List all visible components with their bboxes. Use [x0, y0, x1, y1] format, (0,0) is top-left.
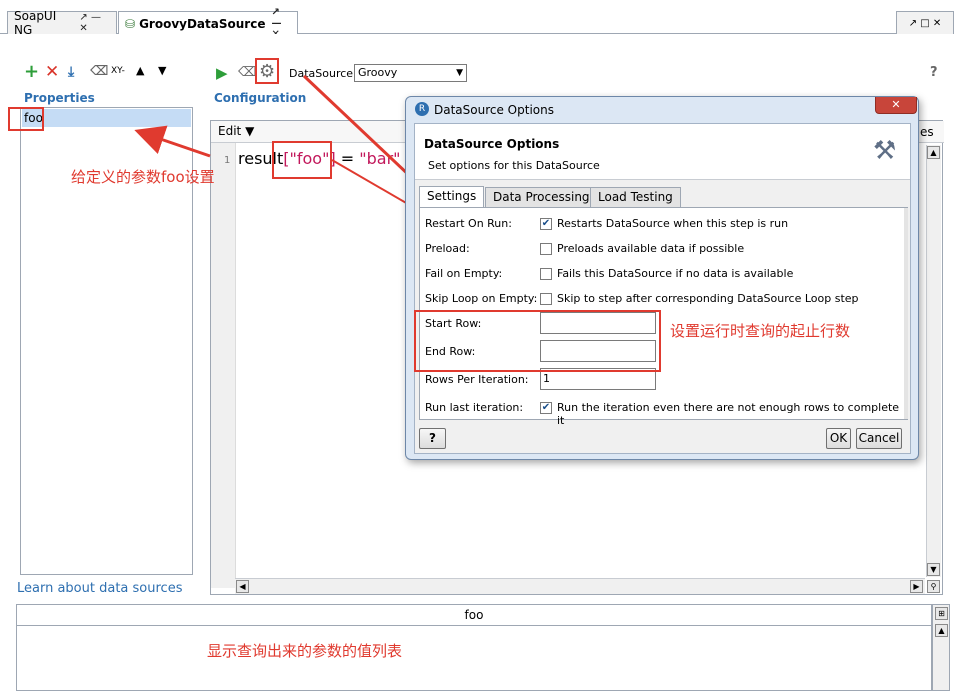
preload-label: Preload: — [425, 242, 470, 255]
restart-on-run-label: Restart On Run: — [425, 217, 512, 230]
skip-loop-label: Skip Loop on Empty: — [425, 292, 538, 305]
skip-loop-checkbox[interactable] — [540, 293, 552, 305]
ok-button[interactable]: OK — [826, 428, 851, 449]
tab-settings[interactable]: Settings — [419, 186, 485, 207]
dialog-content: DataSource Options Set options for this … — [414, 123, 911, 454]
run-last-label: Run last iteration: — [425, 401, 524, 414]
dialog-header: DataSource Options Set options for this … — [415, 124, 910, 180]
preload-text: Preloads available data if possible — [557, 242, 745, 255]
close-icon[interactable]: ✕ — [875, 97, 917, 114]
restart-on-run-text: Restarts DataSource when this step is ru… — [557, 217, 789, 230]
skip-loop-text: Skip to step after corresponding DataSou… — [557, 292, 859, 305]
dialog-titlebar[interactable]: R DataSource Options — [406, 97, 918, 123]
app-icon: R — [415, 102, 429, 116]
rows-per-iteration-label: Rows Per Iteration: — [425, 373, 529, 386]
fail-on-empty-text: Fails this DataSource if no data is avai… — [557, 267, 794, 280]
tab-load-testing[interactable]: Load Testing — [590, 187, 681, 207]
restart-on-run-checkbox[interactable]: ✔ — [540, 218, 552, 230]
cancel-button[interactable]: Cancel — [856, 428, 902, 449]
run-last-checkbox[interactable]: ✔ — [540, 402, 552, 414]
dialog-heading: DataSource Options — [424, 137, 560, 151]
dialog-window-title: DataSource Options — [434, 103, 554, 117]
arrow-to-foo — [134, 125, 211, 158]
preload-checkbox[interactable] — [540, 243, 552, 255]
annotation-box-rows — [414, 310, 661, 372]
help-button[interactable]: ? — [419, 428, 446, 449]
tab-data-processing[interactable]: Data Processing — [485, 187, 598, 207]
annotation-param-note: 给定义的参数foo设置 — [71, 168, 215, 186]
run-last-text: Run the iteration even there are not eno… — [557, 401, 900, 427]
panel-scrollbar[interactable] — [904, 208, 908, 419]
fail-on-empty-label: Fail on Empty: — [425, 267, 503, 280]
annotation-rows-note: 设置运行时查询的起止行数 — [670, 322, 851, 340]
tools-icon: ⚒ — [873, 136, 897, 166]
fail-on-empty-checkbox[interactable] — [540, 268, 552, 280]
datasource-options-dialog: R DataSource Options ✕ DataSource Option… — [405, 96, 919, 460]
annotation-list-note: 显示查询出来的参数的值列表 — [207, 642, 403, 660]
dialog-subheading: Set options for this DataSource — [428, 159, 600, 172]
